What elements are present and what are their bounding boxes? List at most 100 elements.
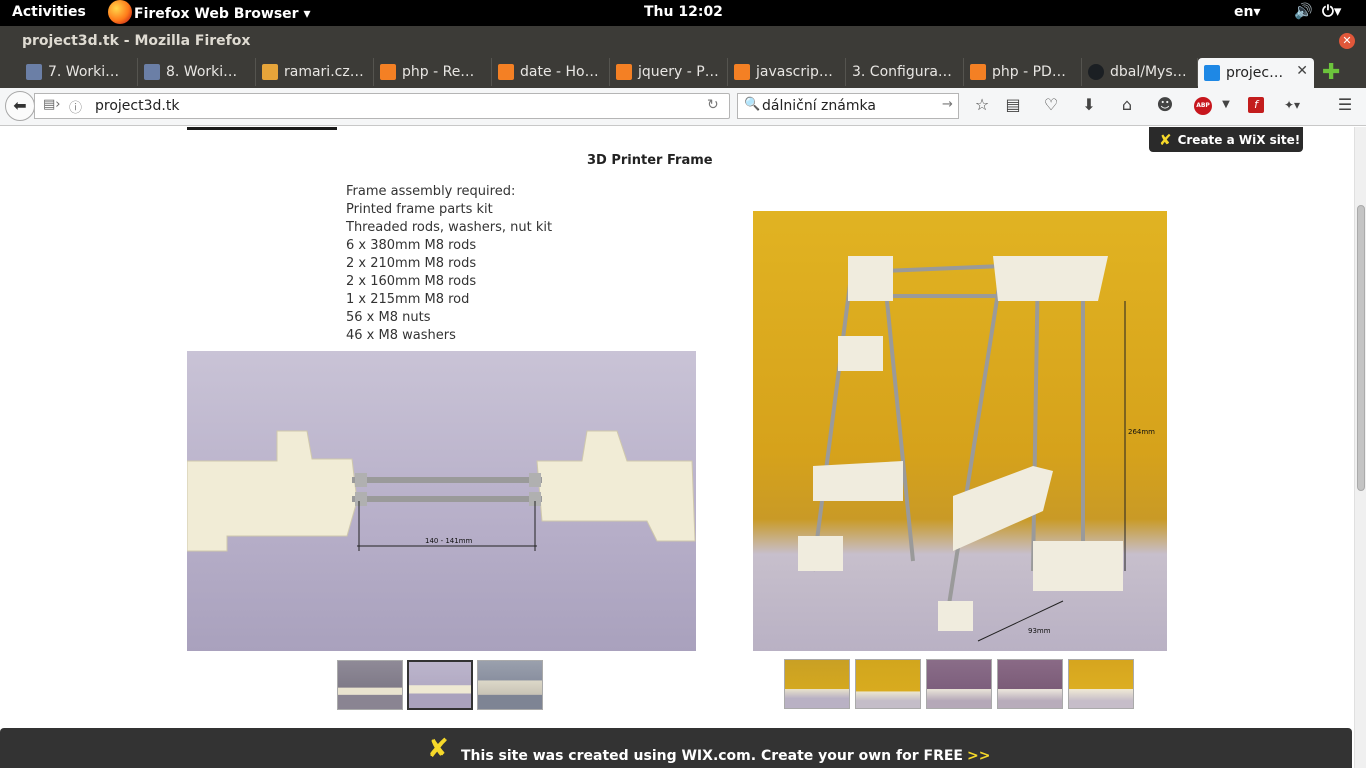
gallery-thumbnail[interactable] [1068,659,1134,709]
tab-label: date - Ho… [520,64,599,80]
description-line: 46 x M8 washers [346,328,456,343]
wix-footer-arrow[interactable]: >> [967,748,990,764]
description-line: Threaded rods, washers, nut kit [346,220,553,235]
url-bar[interactable]: ▤› ⓘ project3d.tk ↻ [34,93,730,119]
description-line: Printed frame parts kit [346,202,493,217]
page-scrollbar[interactable] [1354,127,1366,768]
height-dimension-label: 264mm [1128,428,1155,436]
description-line: 1 x 215mm M8 rod [346,292,470,307]
tab-9[interactable]: php - PD… [964,58,1082,86]
tab-close-icon[interactable]: ✕ [1296,63,1308,79]
tab-5[interactable]: date - Ho… [492,58,610,86]
tab-label: dbal/Mys… [1110,64,1187,80]
gallery-thumbnail[interactable] [997,659,1063,709]
site-favicon-icon [262,64,278,80]
wix-logo-icon: ✘ [1159,130,1172,149]
frame-part-drawing [187,430,696,552]
reading-list-icon[interactable]: ▤ [1001,95,1025,114]
search-bar[interactable]: 🔍 dálniční známka → [737,93,959,119]
description-line: Frame assembly required: [346,184,516,199]
stackoverflow-icon [734,64,750,80]
reload-icon[interactable]: ↻ [707,97,719,113]
history-icon[interactable]: ▤› [43,97,60,112]
power-icon[interactable]: ⏻▾ [1322,2,1341,20]
wix-footer-label: This site was created using WIX.com. Cre… [461,748,963,764]
language-indicator[interactable]: en▾ [1234,4,1261,20]
description: Frame assembly required: Printed frame p… [346,183,552,345]
firefox-logo-icon [108,0,132,24]
scrollbar-thumb[interactable] [1357,205,1365,491]
volume-icon[interactable]: 🔊 [1294,2,1313,20]
right-gallery-thumbnails [784,659,1134,709]
window-title: project3d.tk - Mozilla Firefox [22,33,251,49]
back-arrow-icon: ⬅ [13,96,27,115]
frame-photo-horizontal[interactable]: 140 - 141mm [187,351,696,651]
extension-icon[interactable]: ✦▾ [1280,98,1304,112]
gallery-thumbnail[interactable] [926,659,992,709]
search-icon: 🔍 [744,97,761,112]
navigation-toolbar: ⬅ ▤› ⓘ project3d.tk ↻ 🔍 dálniční známka … [0,88,1366,126]
download-icon[interactable]: ⬇ [1077,95,1101,114]
tab-active[interactable]: projec… ✕ [1198,58,1314,88]
chat-icon[interactable]: ☻ [1153,95,1177,114]
app-menu-label: Firefox Web Browser ▾ [134,6,311,22]
document-icon [26,64,42,80]
tab-label: php - Re… [402,64,475,80]
github-icon [1088,64,1104,80]
gallery-thumbnail-selected[interactable] [407,660,473,710]
search-go-icon[interactable]: → [942,97,953,112]
gallery-thumbnail[interactable] [784,659,850,709]
tab-3[interactable]: ramari.cz… [256,58,374,86]
search-input[interactable]: dálniční známka [762,98,876,114]
tab-10[interactable]: dbal/Mys… [1082,58,1198,86]
tab-label: 3. Configura… [852,64,952,80]
description-line: 6 x 380mm M8 rods [346,238,477,253]
frame-assembly-drawing [798,256,1126,642]
app-menu[interactable]: Firefox Web Browser ▾ [108,0,311,24]
activities-button[interactable]: Activities [12,4,86,20]
description-line: 2 x 160mm M8 rods [346,274,477,289]
gallery-thumbnail[interactable] [855,659,921,709]
description-line: 2 x 210mm M8 rods [346,256,477,271]
home-icon[interactable]: ⌂ [1115,95,1139,114]
wix-badge[interactable]: ✘ Create a WiX site! [1149,127,1303,152]
tab-label: javascrip… [756,64,833,80]
tab-1[interactable]: 7. Worki… [20,58,138,86]
tab-4[interactable]: php - Re… [374,58,492,86]
fn-favicon-icon [1204,65,1220,81]
stackoverflow-icon [970,64,986,80]
url-input[interactable]: project3d.tk [95,98,179,114]
back-button[interactable]: ⬅ [5,91,35,121]
adblock-dropdown-icon[interactable]: ▼ [1214,99,1238,110]
wix-footer-banner[interactable]: ✘ This site was created using WIX.com. C… [0,728,1352,768]
tab-strip: 7. Worki… 8. Worki… ramari.cz… php - Re…… [0,56,1366,88]
new-tab-icon[interactable]: ✚ [1322,60,1340,85]
tab-2[interactable]: 8. Worki… [138,58,256,86]
flash-icon[interactable]: f [1248,97,1264,113]
info-icon[interactable]: ⓘ [69,97,82,116]
pocket-icon[interactable]: ♡ [1039,95,1063,114]
dimension-label: 140 - 141mm [425,537,473,545]
frame-photo-assembled[interactable]: 264mm 93mm [753,211,1167,651]
tab-8[interactable]: 3. Configura… [846,58,964,86]
system-top-bar: Activities Firefox Web Browser ▾ Thu 12:… [0,0,1366,26]
gallery-thumbnail[interactable] [337,660,403,710]
window-title-bar: project3d.tk - Mozilla Firefox ✕ [0,26,1366,56]
wix-footer-text: This site was created using WIX.com. Cre… [461,748,990,764]
tab-7[interactable]: javascrip… [728,58,846,86]
top-strip [187,127,337,130]
menu-icon[interactable]: ☰ [1333,95,1357,114]
clock[interactable]: Thu 12:02 [644,4,723,20]
stackoverflow-icon [498,64,514,80]
tab-label: projec… [1226,65,1284,81]
window-close-icon[interactable]: ✕ [1339,33,1355,49]
page-content: ✘ Create a WiX site! 3D Printer Frame Fr… [0,127,1354,768]
wix-logo-icon: ✘ [427,734,449,764]
stackoverflow-icon [616,64,632,80]
document-icon [144,64,160,80]
gallery-thumbnail[interactable] [477,660,543,710]
adblock-icon[interactable]: ABP [1194,97,1212,115]
tab-6[interactable]: jquery - P… [610,58,728,86]
bookmark-star-icon[interactable]: ☆ [970,95,994,114]
tab-label: ramari.cz… [284,64,364,80]
